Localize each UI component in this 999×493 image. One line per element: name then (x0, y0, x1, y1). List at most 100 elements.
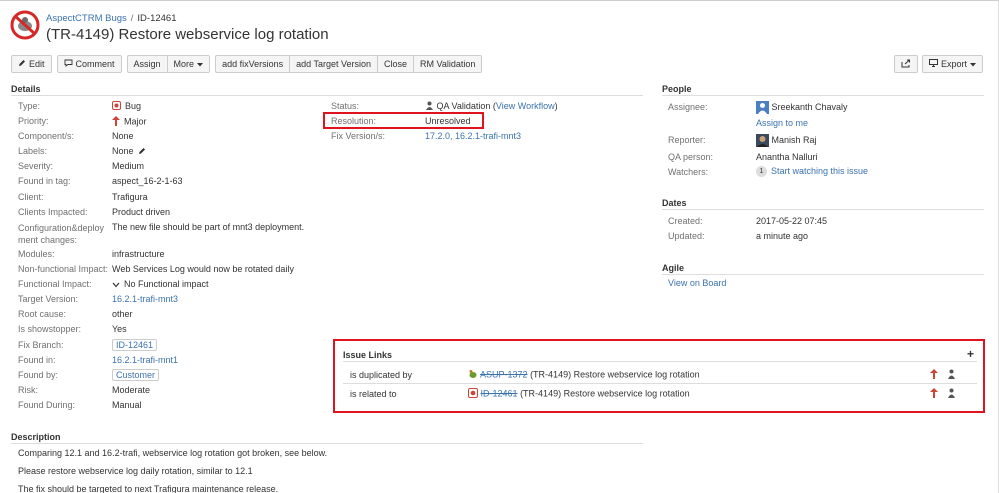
field-label-text: Is showstopper: (18, 324, 82, 334)
linked-issue-key[interactable]: ID-12461 (481, 388, 518, 398)
assign-button[interactable]: Assign (126, 55, 168, 73)
export-button-label: Export (940, 59, 967, 69)
field-label-text: Target Version: (18, 294, 79, 304)
breadcrumb-project-link[interactable]: AspectCTRM Bugs (46, 13, 127, 24)
share-button[interactable] (893, 55, 918, 73)
field-label-text: Priority: (18, 116, 49, 126)
linked-issue-summary[interactable]: (TR-4149) Restore webservice log rotatio… (520, 388, 690, 398)
field-value[interactable]: Customer (112, 369, 160, 381)
assignee-name[interactable]: Sreekanth Chavaly (772, 102, 848, 112)
issue-toolbar: Edit Comment Assign More add fixVersions… (11, 55, 487, 73)
field-value-text: Yes (112, 324, 127, 334)
field-label: Non-functional Impact: (18, 264, 108, 274)
chevron-down-icon (112, 280, 120, 290)
field-label: Priority: (18, 116, 49, 126)
add-link-button[interactable]: + (967, 347, 974, 361)
dates-divider (662, 209, 984, 210)
status-person-icon (947, 388, 956, 401)
field-value: Moderate (112, 385, 150, 395)
field-label-text: Clients Impacted: (18, 207, 88, 217)
field-value-text: No Functional impact (124, 279, 209, 289)
bug-green-icon (468, 369, 478, 381)
status-value: QA Validation (View Workflow) (425, 101, 558, 112)
reporter-label: Reporter: (668, 135, 706, 145)
qa-person-value[interactable]: Anantha Nalluri (756, 152, 818, 162)
fix-version-value[interactable]: 17.2.0, 16.2.1-trafi-mnt3 (425, 131, 521, 141)
edit-labels-pencil-icon[interactable] (138, 147, 146, 157)
field-value-text: 16.2.1-trafi-mnt3 (112, 294, 179, 304)
project-logo[interactable] (10, 10, 40, 40)
field-value-text: None (112, 146, 134, 156)
priority-up-arrow-icon (930, 388, 938, 401)
field-label: Found by: (18, 370, 58, 380)
description-divider (11, 443, 643, 444)
linked-issue-summary[interactable]: (TR-4149) Restore webservice log rotatio… (530, 369, 700, 379)
rm-validation-button[interactable]: RM Validation (413, 55, 483, 73)
field-value-text: 16.2.1-trafi-mnt1 (112, 355, 179, 365)
field-value: Trafigura (112, 192, 148, 202)
field-label: Labels: (18, 146, 47, 156)
field-label: Is showstopper: (18, 324, 81, 334)
field-value: Major (112, 116, 147, 128)
link-row-divider (343, 383, 977, 384)
linked-issue-key[interactable]: ASUP-1372 (480, 369, 528, 379)
export-button[interactable]: Export (921, 55, 983, 73)
bug-red-icon (468, 388, 478, 400)
field-value-text: Bug (125, 101, 142, 111)
field-label: Found in tag: (18, 176, 71, 186)
field-value: Yes (112, 324, 127, 334)
close-issue-button[interactable]: Close (377, 55, 415, 73)
view-workflow-link[interactable]: View Workflow (496, 101, 555, 111)
field-label-text: Fix Branch: (18, 340, 64, 350)
field-label: Target Version: (18, 294, 78, 304)
more-button[interactable]: More (166, 55, 211, 73)
link-relation-related: is related to (350, 389, 397, 399)
field-value-text: Medium (112, 161, 145, 171)
field-label-text: Found in: (18, 355, 56, 365)
field-value[interactable]: 16.2.1-trafi-mnt1 (112, 355, 178, 365)
field-value: No Functional impact (112, 279, 209, 290)
field-value: Product driven (112, 207, 170, 217)
edit-button[interactable]: Edit (11, 55, 52, 73)
field-label-text: Severity: (18, 161, 54, 171)
field-label: Modules: (18, 249, 55, 259)
field-label: Configuration&deploy ment changes: (18, 222, 104, 246)
add-target-version-button[interactable]: add Target Version (289, 55, 378, 73)
field-label-text: Found by: (18, 370, 59, 380)
add-fix-versions-button[interactable]: add fixVersions (215, 55, 291, 73)
comment-button[interactable]: Comment (56, 55, 122, 73)
start-watching-link[interactable]: Start watching this issue (771, 166, 868, 176)
status-text[interactable]: QA Validation (437, 101, 491, 111)
people-divider (662, 95, 984, 96)
field-value: Web Services Log would now be rotated da… (112, 264, 294, 274)
caret-down-icon (197, 59, 204, 69)
field-value[interactable]: 16.2.1-trafi-mnt3 (112, 294, 178, 304)
field-label: Found in: (18, 355, 56, 365)
breadcrumb-issue-key[interactable]: ID-12461 (137, 13, 176, 24)
pencil-icon (18, 59, 26, 69)
created-label: Created: (668, 216, 703, 226)
assign-to-me-link[interactable]: Assign to me (756, 118, 808, 128)
issue-links-divider (343, 361, 977, 362)
field-label-text: ment changes: (18, 235, 78, 245)
details-divider (11, 95, 643, 96)
resolution-highlight-box (323, 112, 484, 129)
field-value: Bug (112, 101, 141, 112)
reporter-name[interactable]: Manish Raj (772, 135, 817, 145)
field-value[interactable]: ID-12461 (112, 339, 158, 351)
updated-label: Updated: (668, 231, 705, 241)
field-label: Clients Impacted: (18, 207, 88, 217)
watchers-label: Watchers: (668, 167, 709, 177)
issue-title[interactable]: (TR-4149) Restore webservice log rotatio… (46, 26, 329, 43)
field-value-text: aspect_16-2-1-63 (112, 176, 183, 186)
assignee-avatar (756, 101, 769, 114)
field-value-text: The new file should be part of mnt3 depl… (112, 222, 305, 232)
field-label: Found During: (18, 400, 75, 410)
top-border (0, 0, 999, 1)
issue-links-heading: Issue Links (343, 350, 393, 360)
link-row-duplicated: ASUP-1372 (TR-4149) Restore webservice l… (468, 369, 700, 381)
breadcrumb-separator: / (130, 13, 134, 24)
toolbar-right: Export (893, 55, 983, 73)
field-value: Manual (112, 400, 142, 410)
view-on-board-link[interactable]: View on Board (668, 278, 726, 288)
